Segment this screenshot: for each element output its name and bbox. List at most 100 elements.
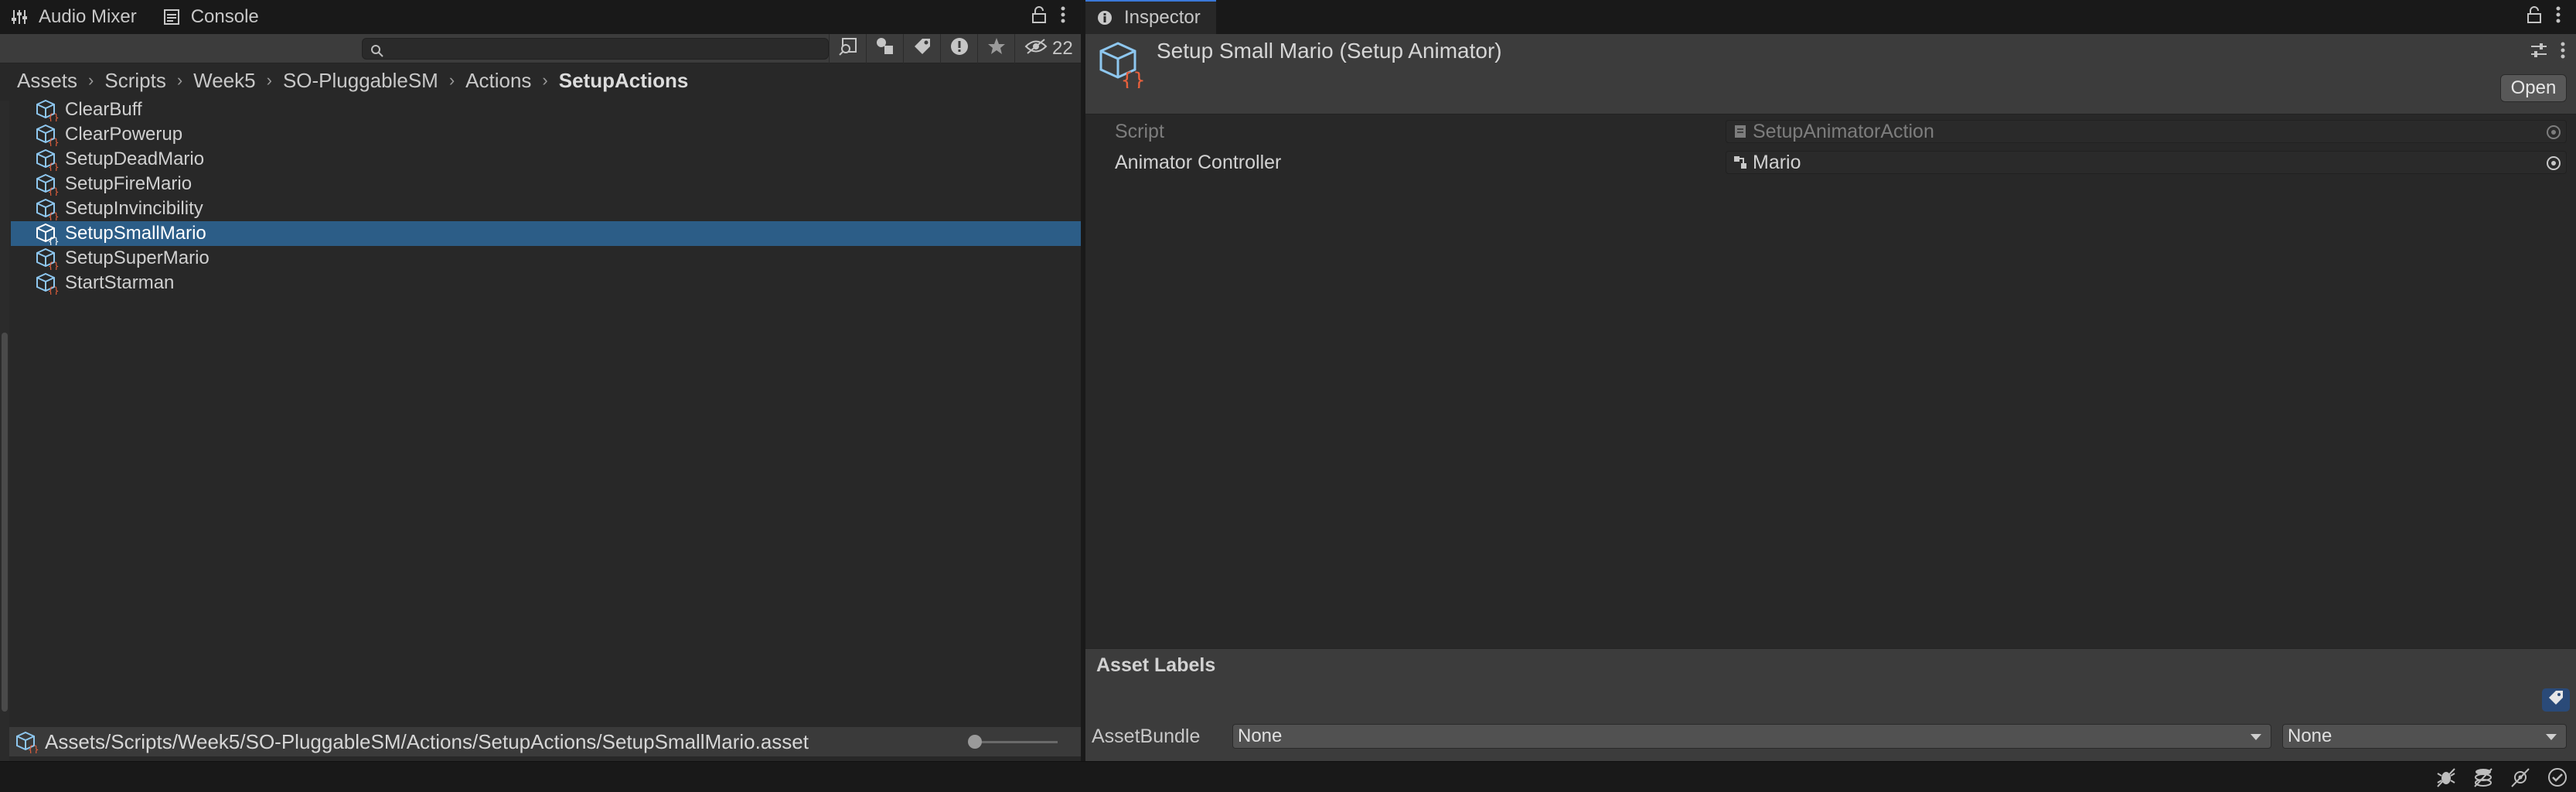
chevron-right-icon: › — [448, 70, 455, 90]
animator-controller-icon — [1734, 156, 1746, 169]
asset-bundle-label: AssetBundle — [1092, 725, 1201, 747]
slider-handle[interactable] — [968, 735, 982, 749]
filter-log-type-button[interactable] — [940, 34, 977, 63]
script-value: SetupAnimatorAction — [1753, 120, 1934, 142]
asset-bundle-value: None — [1238, 725, 1283, 746]
filter-by-type-button[interactable] — [866, 34, 903, 63]
scrollbar-thumb[interactable] — [2, 333, 8, 712]
property-label: Script — [1115, 120, 1164, 142]
scriptable-object-icon: {} — [16, 731, 39, 753]
property-animator-controller: Animator Controller Mario — [1085, 147, 2576, 178]
list-item[interactable]: {} SetupSuperMario — [11, 246, 1081, 271]
list-item[interactable]: {} SetupDeadMario — [11, 147, 1081, 172]
file-name: StartStarman — [65, 272, 175, 293]
status-icons — [2435, 766, 2568, 792]
chevron-down-icon — [2251, 734, 2261, 740]
app-status-bar — [0, 761, 2576, 792]
scriptable-object-icon: {} — [36, 223, 59, 245]
scriptable-object-icon: {} — [36, 99, 59, 121]
asset-bundle-dropdown[interactable]: None — [1232, 724, 2271, 749]
list-item[interactable]: {} ClearBuff — [11, 97, 1081, 122]
list-item-selected[interactable]: {} SetupSmallMario — [11, 221, 1081, 246]
chevron-down-icon — [2546, 734, 2557, 740]
file-name: SetupSuperMario — [65, 248, 210, 268]
breadcrumb-item-so-pluggablesm[interactable]: SO-PluggableSM — [281, 69, 440, 93]
debug-bug-icon[interactable] — [2435, 766, 2457, 792]
animator-controller-field[interactable]: Mario — [1726, 151, 2567, 174]
tab-console-label: Console — [190, 6, 259, 27]
tab-audio-mixer[interactable]: Audio Mixer — [0, 0, 152, 34]
favorites-button[interactable] — [977, 34, 1014, 63]
preset-sliders-icon[interactable] — [2530, 42, 2548, 64]
svg-text:{}: {} — [28, 744, 39, 753]
file-name: SetupInvincibility — [65, 198, 203, 219]
open-button[interactable]: Open — [2500, 74, 2567, 102]
file-list: {} ClearBuff {} ClearPowerup {} SetupDea… — [11, 97, 1081, 295]
chevron-right-icon: › — [266, 70, 272, 90]
svg-text:{}: {} — [48, 137, 59, 146]
list-item[interactable]: {} StartStarman — [11, 271, 1081, 295]
list-item[interactable]: {} SetupInvincibility — [11, 196, 1081, 221]
tab-console[interactable]: Console — [152, 0, 274, 34]
header-tools — [2530, 42, 2565, 64]
file-name: ClearPowerup — [65, 124, 183, 145]
lock-icon[interactable] — [2527, 5, 2542, 29]
warning-circle-icon — [949, 36, 969, 62]
asset-labels-header[interactable]: Asset Labels — [1085, 648, 2576, 682]
slider-track[interactable] — [974, 741, 1058, 743]
hidden-packages-toggle[interactable]: 22 — [1014, 34, 1079, 63]
object-picker-icon[interactable] — [2546, 155, 2561, 171]
icon-size-slider[interactable] — [968, 733, 1058, 750]
inspector-tab-tools — [2527, 0, 2576, 34]
selected-asset-path-bar: {} Assets/Scripts/Week5/SO-PluggableSM/A… — [9, 727, 1081, 756]
project-toolbar: 22 — [0, 34, 1081, 63]
inspector-panel: Inspector {} Setup Small Mario (Setup An… — [1085, 0, 2576, 761]
inspector-header: {} Setup Small Mario (Setup Animator) Op… — [1085, 34, 2576, 114]
list-item[interactable]: {} SetupFireMario — [11, 172, 1081, 196]
folder-scrollbar[interactable] — [0, 101, 9, 761]
property-list: Script SetupAnimatorAction Animator Cont… — [1085, 116, 2576, 178]
chevron-right-icon: › — [542, 70, 548, 90]
breadcrumb-item-setupactions[interactable]: SetupActions — [557, 69, 690, 93]
svg-text:{}: {} — [48, 112, 59, 121]
breadcrumb-item-week5[interactable]: Week5 — [192, 69, 257, 93]
check-circle-icon[interactable] — [2547, 766, 2568, 792]
svg-text:{}: {} — [48, 186, 59, 196]
search-by-type-button[interactable] — [829, 34, 866, 63]
project-panel: Audio Mixer Console 22 Assets › Scripts … — [0, 0, 1082, 761]
breadcrumb-item-scripts[interactable]: Scripts — [103, 69, 167, 93]
asset-bundle-variant-dropdown[interactable]: None — [2282, 724, 2567, 749]
svg-text:{}: {} — [48, 285, 59, 295]
lock-icon[interactable] — [1031, 5, 1047, 29]
file-name: ClearBuff — [65, 99, 142, 120]
chevron-right-icon: › — [176, 70, 183, 90]
add-label-button[interactable] — [2542, 688, 2570, 712]
cache-server-icon[interactable] — [2472, 766, 2494, 792]
tab-inspector[interactable]: Inspector — [1085, 0, 1216, 34]
auto-generate-lighting-icon[interactable] — [2510, 766, 2531, 792]
scriptable-object-icon: {} — [36, 198, 59, 220]
breadcrumb-item-assets[interactable]: Assets — [15, 69, 79, 93]
kebab-menu-icon[interactable] — [2556, 6, 2561, 29]
inspector-title: Setup Small Mario (Setup Animator) — [1157, 39, 1502, 63]
audio-mixer-icon — [9, 7, 29, 27]
svg-text:{}: {} — [48, 236, 59, 245]
info-icon — [1095, 8, 1115, 28]
scriptable-object-icon: {} — [1099, 42, 1145, 88]
scriptable-object-icon: {} — [36, 248, 59, 270]
search-input[interactable] — [362, 38, 829, 60]
search-icon — [370, 42, 384, 57]
svg-text:{}: {} — [48, 162, 59, 171]
object-picker-icon — [2547, 125, 2561, 139]
kebab-menu-icon[interactable] — [1061, 6, 1065, 29]
tag-icon — [912, 36, 932, 62]
search-window-icon — [838, 36, 858, 62]
breadcrumb-item-actions[interactable]: Actions — [464, 69, 533, 93]
inspector-tab-bar: Inspector — [1085, 0, 2576, 34]
chevron-right-icon: › — [88, 70, 94, 90]
filter-by-label-button[interactable] — [903, 34, 940, 63]
list-item[interactable]: {} ClearPowerup — [11, 122, 1081, 147]
script-file-icon — [1735, 125, 1746, 138]
kebab-menu-icon[interactable] — [2561, 42, 2565, 64]
breadcrumb: Assets › Scripts › Week5 › SO-PluggableS… — [0, 65, 1081, 96]
